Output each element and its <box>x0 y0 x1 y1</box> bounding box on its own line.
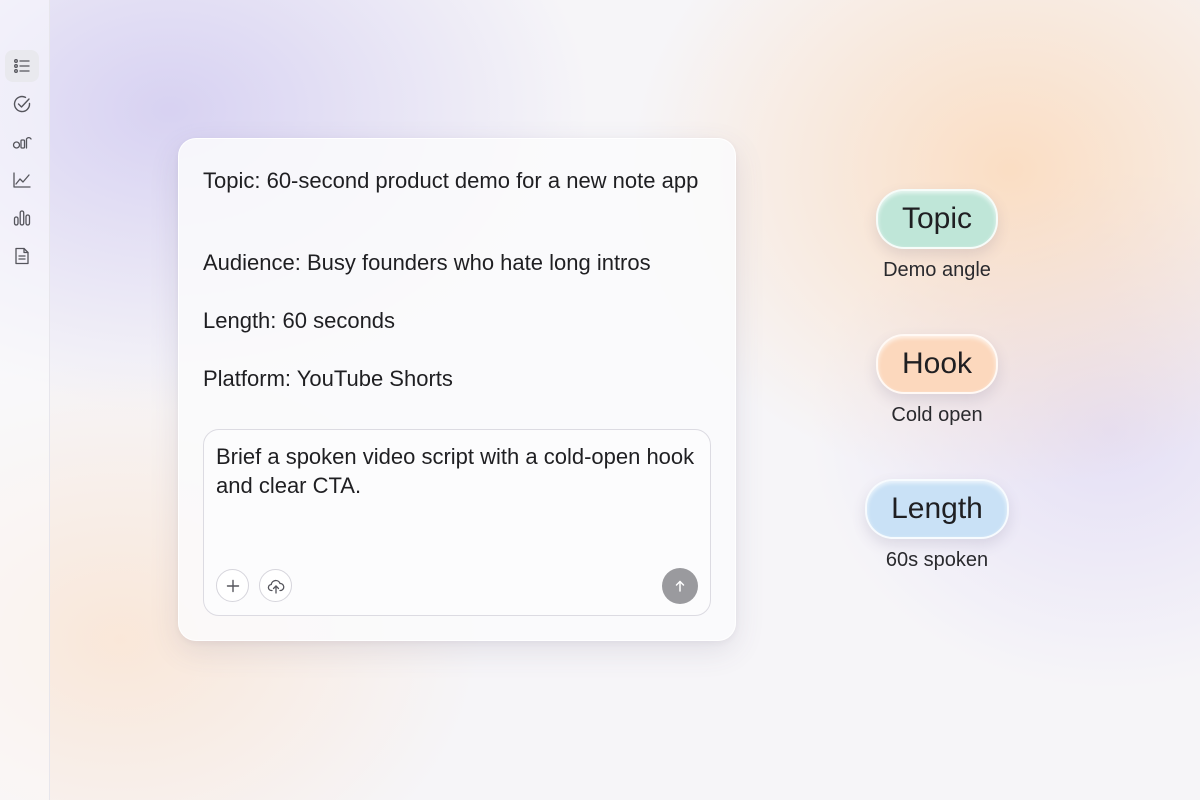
sidebar-item-analytics[interactable] <box>5 164 39 196</box>
line-chart-icon <box>13 172 31 188</box>
brief-topic: Topic: 60-second product demo for a new … <box>203 168 699 193</box>
prompt-composer[interactable]: Brief a spoken video script with a cold-… <box>203 429 711 616</box>
send-button[interactable] <box>662 568 698 604</box>
tag-caption-hook: Cold open <box>891 404 983 426</box>
sidebar-item-stats[interactable] <box>5 202 39 234</box>
brief-length: Length: 60 seconds <box>203 308 396 333</box>
sidebar <box>0 0 50 800</box>
prompt-input[interactable]: Brief a spoken video script with a cold-… <box>216 442 696 500</box>
cloud-upload-button[interactable] <box>259 569 292 602</box>
shapes-icon <box>12 137 32 149</box>
brief-card: Topic: 60-second product demo for a new … <box>178 138 736 641</box>
arrow-up-icon <box>675 580 685 592</box>
tag-length: Length 60s spoken <box>847 479 1027 572</box>
plus-icon <box>226 579 239 592</box>
sidebar-item-shapes[interactable] <box>5 126 39 158</box>
sidebar-item-list[interactable] <box>5 50 39 82</box>
tag-caption-topic: Demo angle <box>883 259 991 281</box>
brief-audience: Audience: Busy founders who hate long in… <box>203 250 651 275</box>
add-attachment-button[interactable] <box>216 569 249 602</box>
cloud-upload-icon <box>267 579 284 594</box>
check-circle-icon <box>13 95 31 113</box>
tag-caption-length: 60s spoken <box>885 549 989 571</box>
list-icon <box>14 59 30 73</box>
document-icon <box>15 247 29 265</box>
sidebar-item-tasks[interactable] <box>5 88 39 120</box>
tag-pill-topic[interactable]: Topic <box>875 189 999 249</box>
tag-hook: Hook Cold open <box>847 334 1027 427</box>
sidebar-item-documents[interactable] <box>5 240 39 272</box>
bar-chart-icon <box>13 210 31 226</box>
tag-pill-hook[interactable]: Hook <box>875 334 999 394</box>
brief-platform: Platform: YouTube Shorts <box>203 366 453 391</box>
tag-topic: Topic Demo angle <box>847 189 1027 282</box>
tag-pill-length[interactable]: Length <box>865 479 1009 539</box>
